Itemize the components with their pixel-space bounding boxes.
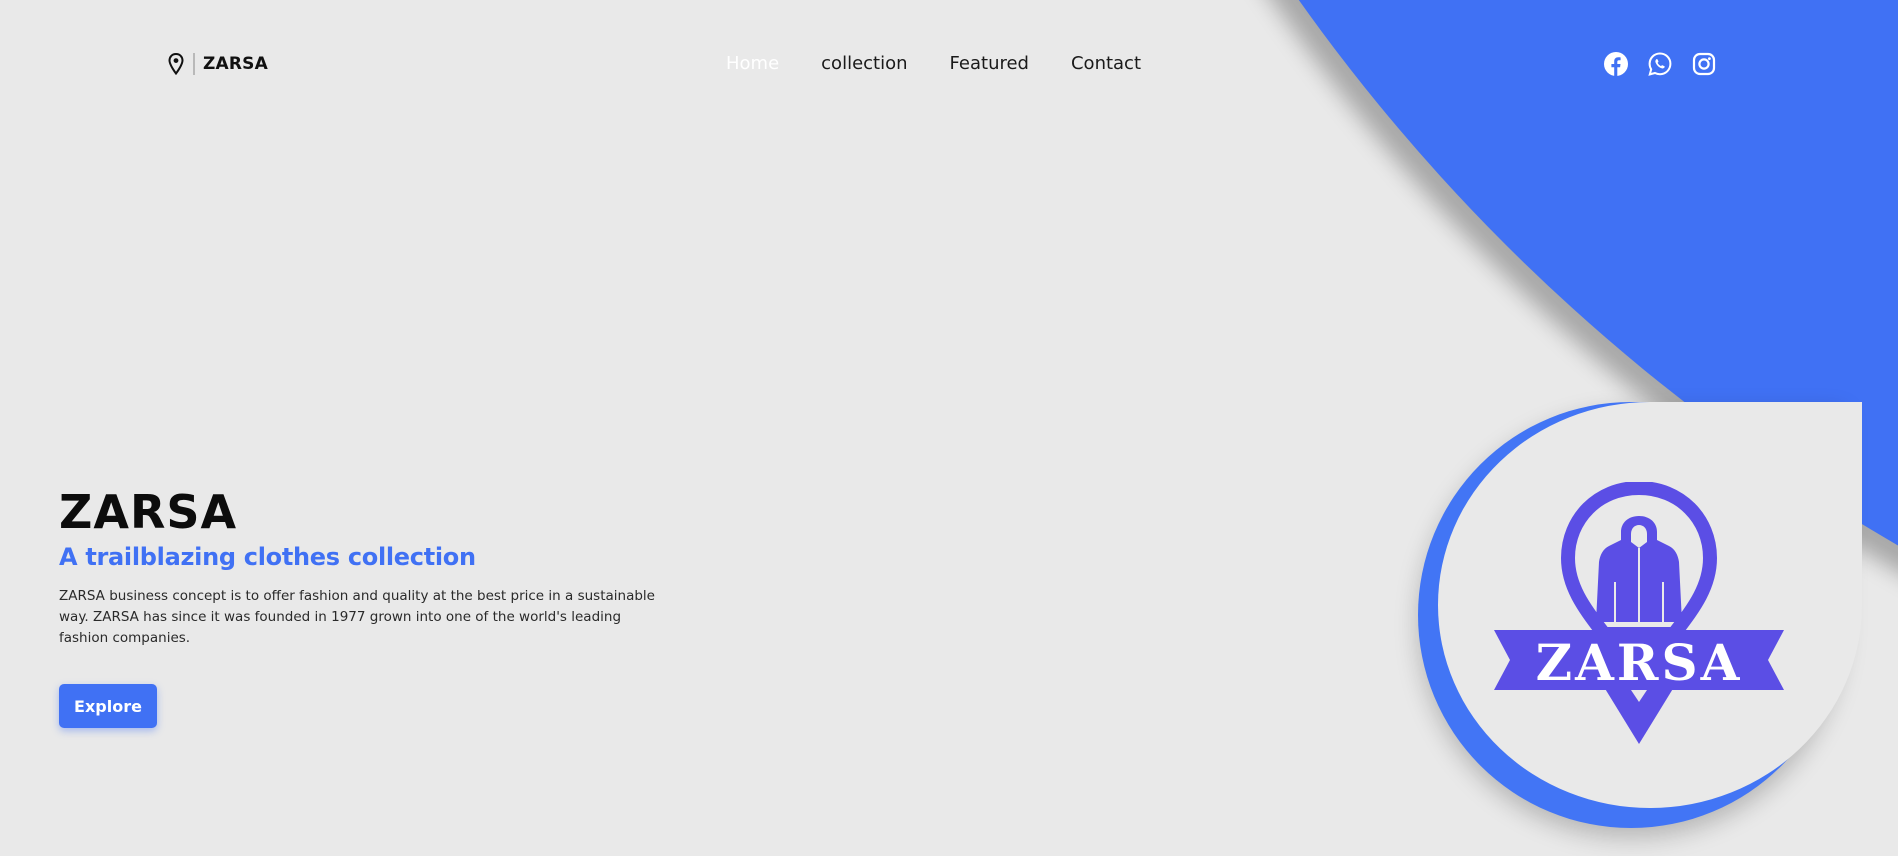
nav-item-contact[interactable]: Contact: [1071, 53, 1141, 74]
location-pin-icon: [168, 53, 184, 75]
facebook-icon[interactable]: [1604, 52, 1628, 76]
instagram-icon[interactable]: [1692, 52, 1716, 76]
hero-section: ZARSA A trailblazing clothes collection …: [59, 484, 679, 649]
landing-page: ZARSA Home collection Featured Contact Z…: [0, 0, 1898, 856]
brand-divider: [193, 53, 195, 75]
hero-description: ZARSA business concept is to offer fashi…: [59, 588, 655, 646]
explore-button[interactable]: Explore: [59, 684, 157, 728]
zarsa-logo: ZARSA: [1494, 482, 1784, 744]
whatsapp-icon[interactable]: [1648, 52, 1672, 76]
hero-subtitle: A trailblazing clothes collection: [59, 543, 476, 571]
nav-item-featured[interactable]: Featured: [950, 53, 1029, 74]
logo-badge: ZARSA: [1418, 402, 1862, 828]
logo-text: ZARSA: [1536, 633, 1743, 692]
main-nav: Home collection Featured Contact: [726, 53, 1183, 74]
nav-item-collection[interactable]: collection: [821, 53, 907, 74]
site-header: ZARSA Home collection Featured Contact: [0, 0, 1898, 130]
nav-item-home[interactable]: Home: [726, 53, 779, 74]
hero-title: ZARSA: [59, 485, 238, 539]
brand-name: ZARSA: [203, 54, 268, 74]
social-links: [1604, 52, 1716, 76]
brand[interactable]: ZARSA: [168, 52, 268, 76]
